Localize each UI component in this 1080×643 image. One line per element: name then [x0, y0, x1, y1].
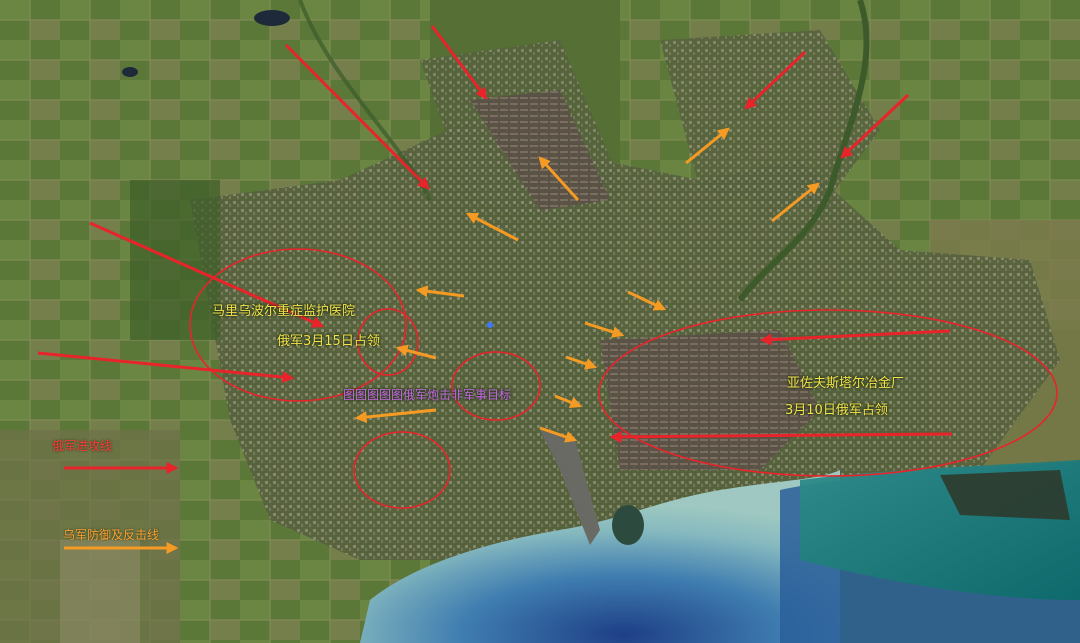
plant-captured-label: 3月10日俄军占领: [785, 403, 888, 418]
hospital-label: 马里乌波尔重症监护医院: [212, 304, 356, 319]
plant-label: 亚佐夫斯塔尔冶金厂: [787, 376, 905, 391]
shelling-note-label: 图图图图图俄军炮击非军事目标: [343, 388, 512, 402]
satellite-imagery: [0, 0, 1080, 643]
hospital-captured-label: 俄军3月15日占领: [277, 334, 380, 349]
satellite-map: 马里乌波尔重症监护医院 俄军3月15日占领 图图图图图俄军炮击非军事目标 亚佐夫…: [0, 0, 1080, 643]
legend-ukraine-label: 乌军防御及反击线: [63, 528, 160, 542]
legend-russian-label: 俄军进攻线: [52, 439, 113, 453]
